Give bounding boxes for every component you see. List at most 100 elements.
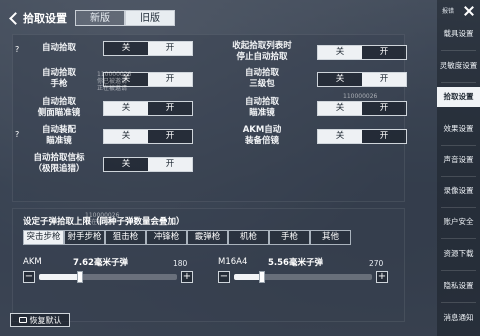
toggle-off[interactable]: 关 xyxy=(318,72,362,86)
setting-label: 自动拾取 xyxy=(41,43,76,53)
toggle-off[interactable]: 关 xyxy=(318,45,362,59)
reset-default-button[interactable]: 恢复默认 xyxy=(10,313,70,327)
toggle-on[interactable]: 开 xyxy=(362,101,406,115)
sidebar-item-notifications[interactable]: 消息通知 xyxy=(437,308,480,328)
tab-new-version[interactable]: 新版 xyxy=(75,10,125,26)
stop-pickup-toggle[interactable]: 关 开 xyxy=(317,44,407,60)
setting-label: 自动拾取 三级包 xyxy=(244,68,279,89)
ammo-slider-m16a4[interactable] xyxy=(234,271,372,283)
divider xyxy=(441,270,476,271)
help-icon[interactable]: ? xyxy=(15,45,19,54)
sidebar-item-effects[interactable]: 效果设置 xyxy=(437,119,480,139)
setting-beacon: 自动拾取信标 （极限追猎） 关 开 xyxy=(23,153,193,175)
level3-bag-toggle[interactable]: 关 开 xyxy=(317,71,407,87)
tab-machine-gun[interactable]: 机枪 xyxy=(228,230,269,245)
sidebar-item-recording[interactable]: 录像设置 xyxy=(437,181,480,201)
toggle-off[interactable]: 关 xyxy=(318,129,362,143)
report-label[interactable]: 报错 xyxy=(442,6,454,15)
sidebar-item-account[interactable]: 账户安全 xyxy=(437,212,480,232)
sidebar-item-resources[interactable]: 资源下载 xyxy=(437,244,480,264)
toggle-on[interactable]: 开 xyxy=(148,129,192,143)
ammo-category-tabs: 突击步枪 射手步枪 狙击枪 冲锋枪 霰弹枪 机枪 手枪 其他 xyxy=(23,230,351,245)
decrease-m16a4-button[interactable]: − xyxy=(218,271,230,283)
setting-akm-scope: AKM自动 装备倍镜 关 开 xyxy=(221,125,407,147)
sidebar-item-pickup[interactable]: 拾取设置 xyxy=(437,87,480,107)
slider-fill xyxy=(39,274,81,280)
toggle-off[interactable]: 关 xyxy=(104,101,148,115)
watermark: 110000026 xyxy=(343,93,378,100)
equip-scope-toggle[interactable]: 关 开 xyxy=(103,128,193,144)
divider xyxy=(441,50,476,51)
main-panel: 拾取设置 新版 旧版 ? 自动拾取 关 开 自动拾取 手枪 关 开 自动拾取 侧… xyxy=(0,0,437,336)
sidebar-item-sensitivity[interactable]: 灵敏度设置 xyxy=(437,56,480,76)
tab-shotgun[interactable]: 霰弹枪 xyxy=(187,230,228,245)
increase-akm-button[interactable]: + xyxy=(181,271,193,283)
tab-pistol[interactable]: 手枪 xyxy=(269,230,310,245)
setting-side-scope: 自动拾取 侧面瞄准镜 关 开 xyxy=(23,97,193,119)
increase-m16a4-button[interactable]: + xyxy=(376,271,388,283)
akm-scope-toggle[interactable]: 关 开 xyxy=(317,128,407,144)
scope-toggle[interactable]: 关 开 xyxy=(317,100,407,116)
divider xyxy=(441,145,476,146)
reset-icon xyxy=(18,317,27,323)
toggle-on[interactable]: 开 xyxy=(148,72,192,86)
setting-label: 收起拾取列表时 停止自动拾取 xyxy=(232,41,292,62)
watermark: 110000026 正在被邀请 xyxy=(85,212,120,226)
divider xyxy=(441,82,476,83)
toggle-on[interactable]: 开 xyxy=(148,101,192,115)
tab-sniper-rifle[interactable]: 狙击枪 xyxy=(105,230,146,245)
setting-level3-bag: 自动拾取 三级包 关 开 xyxy=(221,68,407,90)
beacon-toggle[interactable]: 关 开 xyxy=(103,156,193,172)
sidebar-item-privacy[interactable]: 隐私设置 xyxy=(437,276,480,296)
setting-label: 自动装配 瞄准镜 xyxy=(41,125,76,146)
sidebar-item-sound[interactable]: 声音设置 xyxy=(437,150,480,170)
auto-pickup-toggle[interactable]: 关 开 xyxy=(103,41,193,56)
setting-auto-pickup: 自动拾取 关 开 xyxy=(23,41,193,56)
side-scope-toggle[interactable]: 关 开 xyxy=(103,100,193,116)
tab-old-version[interactable]: 旧版 xyxy=(125,10,175,26)
setting-label: 自动拾取 手枪 xyxy=(41,68,76,89)
decrease-akm-button[interactable]: − xyxy=(23,271,35,283)
toggle-on[interactable]: 开 xyxy=(362,72,406,86)
slider-thumb[interactable] xyxy=(258,271,265,283)
tab-smg[interactable]: 冲锋枪 xyxy=(146,230,187,245)
slider-fill xyxy=(234,274,262,280)
toggle-off[interactable]: 关 xyxy=(104,42,148,55)
help-icon[interactable]: ? xyxy=(15,130,19,139)
tab-assault-rifle[interactable]: 突击步枪 xyxy=(23,230,64,245)
pickup-settings-box: ? 自动拾取 关 开 自动拾取 手枪 关 开 自动拾取 侧面瞄准镜 关 开 ? … xyxy=(12,34,407,202)
toggle-on[interactable]: 开 xyxy=(148,42,192,55)
toggle-on[interactable]: 开 xyxy=(362,45,406,59)
tab-other[interactable]: 其他 xyxy=(310,230,351,245)
divider xyxy=(441,176,476,177)
weapon-name-akm: AKM xyxy=(23,257,42,267)
ammo-label-m16a4: 5.56毫米子弹 xyxy=(268,258,323,268)
settings-sidebar: 载具设置 灵敏度设置 拾取设置 效果设置 声音设置 录像设置 账户安全 资源下载… xyxy=(437,0,480,336)
sidebar-item-vehicle[interactable]: 载具设置 xyxy=(437,24,480,44)
weapon-name-m16a4: M16A4 xyxy=(218,257,248,267)
setting-stop-pickup: 收起拾取列表时 停止自动拾取 关 开 xyxy=(221,41,407,63)
setting-label: AKM自动 装备倍镜 xyxy=(242,125,282,146)
watermark: 110000026 你已被邀请 正在被邀请 xyxy=(97,71,132,92)
toggle-on[interactable]: 开 xyxy=(362,129,406,143)
toggle-on[interactable]: 开 xyxy=(148,157,192,171)
divider xyxy=(441,207,476,208)
reset-label: 恢复默认 xyxy=(29,315,62,325)
slider-thumb[interactable] xyxy=(77,271,84,283)
tab-marksman-rifle[interactable]: 射手步枪 xyxy=(64,230,105,245)
ammo-slider-akm[interactable] xyxy=(39,271,177,283)
ammo-label-akm: 7.62毫米子弹 xyxy=(73,258,128,268)
toggle-off[interactable]: 关 xyxy=(104,129,148,143)
setting-scope: 自动拾取 瞄准镜 关 开 xyxy=(221,97,407,119)
setting-label: 自动拾取 瞄准镜 xyxy=(244,97,279,118)
toggle-off[interactable]: 关 xyxy=(104,157,148,171)
close-icon[interactable] xyxy=(464,6,474,16)
toggle-off[interactable]: 关 xyxy=(318,101,362,115)
divider xyxy=(441,238,476,239)
setting-label: 自动拾取信标 （极限追猎） xyxy=(33,153,85,174)
setting-label: 自动拾取 侧面瞄准镜 xyxy=(37,97,81,118)
back-arrow-icon[interactable] xyxy=(6,11,20,25)
setting-auto-equip-scope: 自动装配 瞄准镜 关 开 xyxy=(23,125,193,147)
ammo-max-m16a4: 270 xyxy=(369,259,384,268)
divider xyxy=(441,302,476,303)
